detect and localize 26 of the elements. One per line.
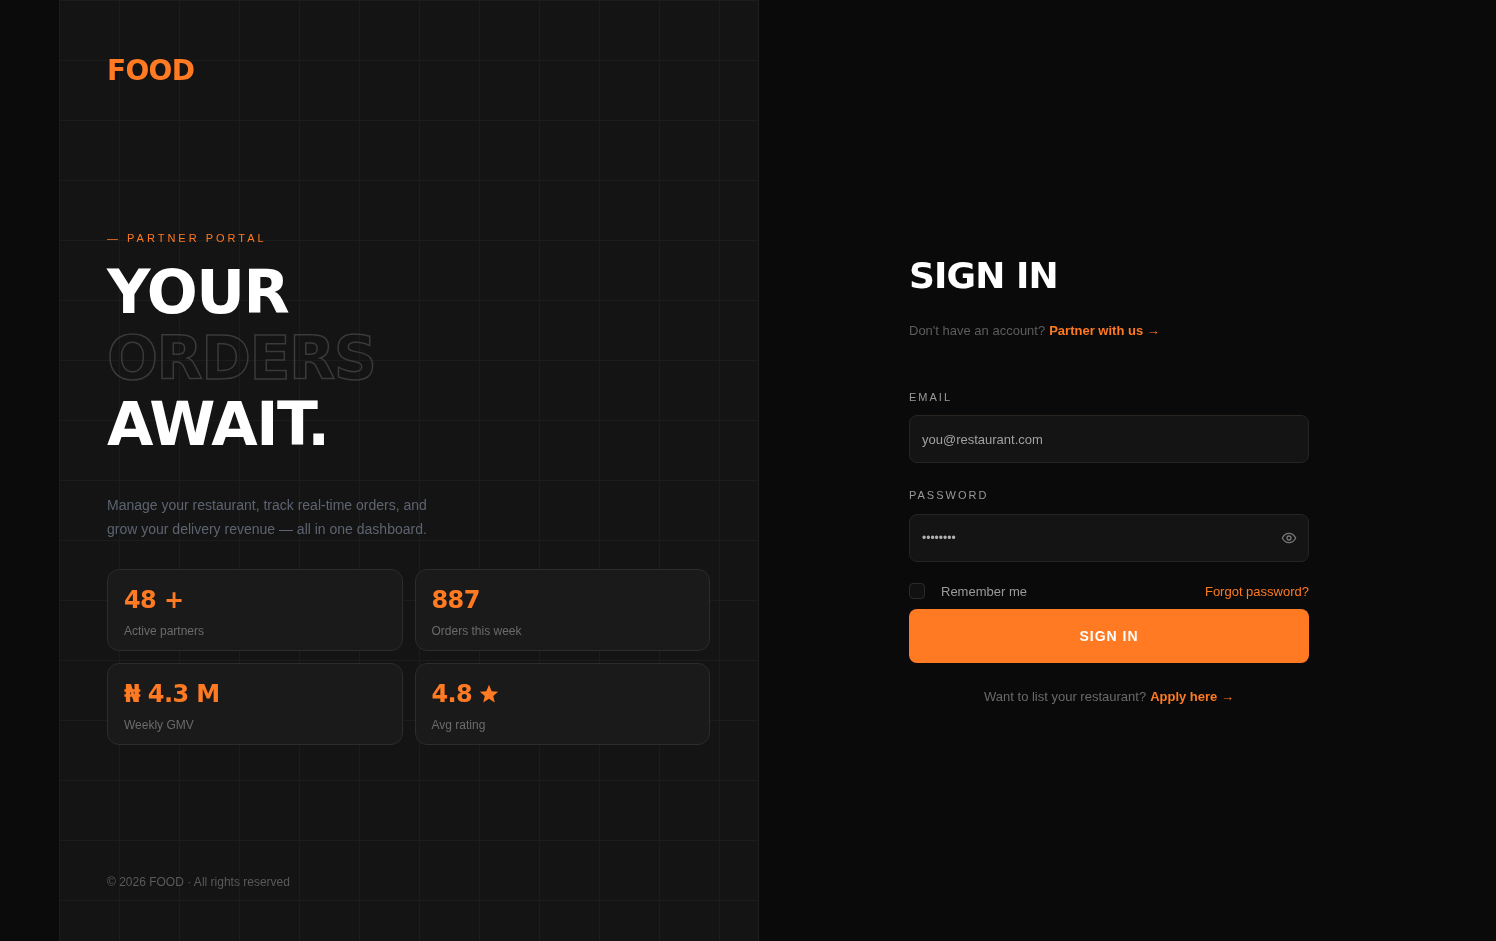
stat-label: Active partners bbox=[124, 622, 206, 640]
email-field[interactable]: you@restaurant.com bbox=[909, 415, 1309, 463]
password-label: PASSWORD bbox=[909, 488, 989, 503]
stat-value: ₦ 4.3 M bbox=[124, 678, 220, 710]
stat-value: 48 + bbox=[124, 584, 184, 616]
headline-line: YOUR bbox=[107, 258, 289, 325]
stat-label: Avg rating bbox=[431, 716, 487, 734]
stat-value: 887 bbox=[431, 584, 480, 616]
forgot-password-link[interactable]: Forgot password? bbox=[1204, 581, 1309, 601]
brand-logo: FOOD bbox=[107, 53, 196, 89]
password-field[interactable]: •••••••• bbox=[909, 513, 1309, 562]
eyebrow-text: — PARTNER PORTAL bbox=[107, 231, 268, 246]
stat-value: 4.8 bbox=[431, 678, 473, 710]
apply-prompt: Want to list your restaurant? bbox=[984, 688, 1147, 706]
email-label: EMAIL bbox=[909, 389, 952, 405]
stat-label: Orders this week bbox=[431, 622, 523, 640]
signin-title: SIGN IN bbox=[909, 255, 1058, 297]
description-text: Manage your restaurant, track real-time orders, and grow your delivery revenue — all in one dashboard. bbox=[107, 495, 428, 539]
apply-link[interactable]: Apply here → bbox=[1150, 687, 1234, 707]
signup-prompt: Don't have an account? bbox=[909, 322, 1046, 340]
remember-label: Remember me bbox=[941, 582, 1027, 601]
copyright-text: © 2026 FOOD · All rights reserved bbox=[107, 875, 290, 889]
partner-link[interactable]: Partner with us → bbox=[1049, 321, 1160, 341]
remember-checkbox[interactable] bbox=[909, 583, 925, 600]
stat-label: Weekly GMV bbox=[124, 716, 195, 734]
headline-line: AWAIT. bbox=[107, 390, 329, 457]
